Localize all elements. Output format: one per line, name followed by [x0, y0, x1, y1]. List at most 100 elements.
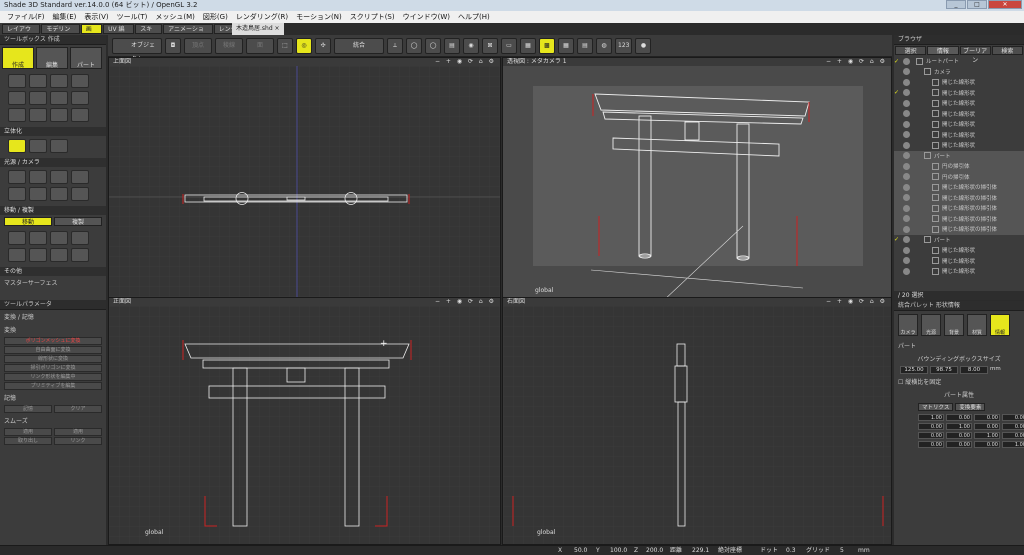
browser-item[interactable]: 開じた線形状の掃引体	[894, 203, 1024, 214]
object-mode-button[interactable]: オブジェクト	[112, 37, 162, 63]
align-icon[interactable]	[50, 248, 68, 262]
visibility-icon[interactable]	[903, 110, 910, 118]
camera-palette-button[interactable]: カメラ	[898, 314, 918, 336]
check-icon[interactable]: ✓	[894, 89, 900, 96]
browser-item[interactable]: 開じた線形状	[894, 130, 1024, 141]
cylinder-tool-icon[interactable]	[71, 91, 89, 105]
tab-uv[interactable]: UV 編集	[103, 24, 135, 43]
visibility-icon[interactable]	[903, 183, 910, 191]
viewport-front-controls[interactable]: − + ◉ ⟳ ⌂ ⚙	[435, 298, 496, 306]
distribute-icon[interactable]	[71, 248, 89, 262]
material-palette-button[interactable]: 材質	[967, 314, 987, 336]
matrix-cell[interactable]: 0.00	[946, 441, 972, 448]
check-icon[interactable]: ✓	[894, 58, 900, 65]
tab-modeling[interactable]: モデリング	[41, 24, 80, 43]
light-palette-button[interactable]: 光源	[921, 314, 941, 336]
sphere-icon[interactable]: ●	[635, 37, 652, 54]
tube-tool-icon[interactable]	[8, 108, 26, 122]
translate-icon[interactable]	[8, 231, 26, 245]
to-sweep-polygon-button[interactable]: 掃引ポリゴンに変換	[4, 364, 102, 372]
browser-item[interactable]: 開じた線形状	[894, 140, 1024, 151]
menu-edit[interactable]: 編集(E)	[49, 12, 81, 22]
matrix-cell[interactable]: 0.00	[1002, 423, 1024, 430]
menu-motion[interactable]: モーション(N)	[292, 12, 346, 22]
edit-link-button[interactable]: リンク形状を編集中	[4, 373, 102, 381]
uniform-icon[interactable]	[8, 248, 26, 262]
car-icon[interactable]: ◍	[596, 37, 612, 54]
menu-shape[interactable]: 図形(G)	[199, 12, 232, 22]
spot-light-icon[interactable]	[29, 170, 47, 184]
visibility-icon[interactable]	[903, 162, 910, 170]
menu-view[interactable]: 表示(V)	[80, 12, 112, 22]
viewport-top[interactable]: 上面図 − + ◉ ⟳ ⌂ ⚙	[108, 57, 501, 300]
browser-tab-boolean[interactable]: ブーリアン	[959, 46, 991, 64]
visibility-icon[interactable]	[903, 131, 910, 139]
viewport-perspective-controls[interactable]: − + ◉ ⟳ ⌂ ⚙	[826, 58, 887, 66]
background-palette-button[interactable]: 背景	[944, 314, 964, 336]
matrix-cell[interactable]: 0.00	[1002, 432, 1024, 439]
shear-icon[interactable]	[71, 231, 89, 245]
browser-item[interactable]: 開じた線形状の掃引体	[894, 224, 1024, 235]
circle-tool-2-icon[interactable]: ◯	[425, 37, 441, 54]
sweep-icon[interactable]	[29, 139, 47, 153]
visibility-icon[interactable]	[903, 194, 910, 202]
transform-icon[interactable]: ⊠	[482, 37, 498, 54]
menu-script[interactable]: スクリプト(S)	[346, 12, 399, 22]
browser-tab-info[interactable]: 情報	[927, 46, 959, 55]
numeric-icon[interactable]: 123	[615, 37, 633, 54]
mode-part-button[interactable]: パート	[70, 47, 102, 69]
tab-skin[interactable]: スキン	[135, 24, 163, 43]
matrix-cell[interactable]: 1.00	[974, 432, 1000, 439]
merge-button[interactable]: 統合	[334, 37, 384, 54]
light-icon[interactable]	[8, 170, 26, 184]
visibility-icon[interactable]	[903, 246, 910, 254]
master-surface-button[interactable]: マスターサーフェス	[0, 276, 106, 289]
close-button[interactable]: ✕	[988, 0, 1022, 9]
matrix-cell[interactable]: 0.00	[918, 432, 944, 439]
menu-tools[interactable]: ツール(T)	[113, 12, 152, 22]
cone-tool-icon[interactable]	[50, 91, 68, 105]
browser-item[interactable]: ✓ ルートパート	[894, 56, 1024, 67]
to-freeform-button[interactable]: 自由曲面に変換	[4, 346, 102, 354]
bbox-y[interactable]: 98.75	[930, 366, 958, 374]
curve-tool-icon[interactable]	[29, 74, 47, 88]
revolve-icon[interactable]	[50, 139, 68, 153]
visibility-icon[interactable]	[903, 204, 910, 212]
browser-item[interactable]: カメラ	[894, 67, 1024, 78]
browser-item[interactable]: 円の掃引体	[894, 161, 1024, 172]
browser-item[interactable]: 開じた線形状の掃引体	[894, 213, 1024, 224]
visibility-icon[interactable]	[903, 120, 910, 128]
torus-tool-icon[interactable]	[50, 108, 68, 122]
scale-icon[interactable]	[29, 231, 47, 245]
browser-item[interactable]: 開じた線形状の掃引体	[894, 182, 1024, 193]
document-tab[interactable]: 木造鳥居.shd ×	[232, 23, 284, 35]
edit-primitive-button[interactable]: プリミティブを編集	[4, 382, 102, 390]
browser-item[interactable]: 開じた線形状	[894, 109, 1024, 120]
visibility-icon[interactable]	[903, 257, 910, 265]
viewport-front[interactable]: 正面図 − + ◉ ⟳ ⌂ ⚙ + global	[108, 297, 501, 545]
layout-icon[interactable]: ▩	[539, 37, 555, 54]
matrix-cell[interactable]: 0.00	[974, 414, 1000, 421]
circle-tool-icon[interactable]: ◯	[406, 37, 422, 54]
tab-transform-elements[interactable]: 変換要素	[955, 403, 986, 411]
visibility-icon[interactable]	[903, 78, 910, 86]
menu-file[interactable]: ファイル(F)	[3, 12, 49, 22]
matrix-cell[interactable]: 0.00	[974, 441, 1000, 448]
grid-icon[interactable]: ▦	[520, 37, 536, 54]
vertex-button[interactable]: 頂点	[184, 37, 212, 54]
smooth-link-button[interactable]: リンク	[54, 437, 102, 445]
visibility-icon[interactable]	[903, 215, 910, 223]
extrude-icon[interactable]	[8, 139, 26, 153]
browser-item[interactable]: パート	[894, 150, 1024, 161]
axis-icon[interactable]: ⟂	[387, 37, 403, 54]
rect-tool-icon[interactable]	[50, 74, 68, 88]
panel-icon[interactable]: ▤	[577, 37, 593, 54]
move-button[interactable]: 移動	[4, 217, 52, 226]
area-light-icon[interactable]	[71, 170, 89, 184]
box-tool-icon[interactable]	[8, 91, 26, 105]
browser-item[interactable]: 開じた線形状	[894, 266, 1024, 277]
smooth-extract-button[interactable]: 取り出し	[4, 437, 52, 445]
tab-image[interactable]: 画像	[80, 24, 103, 43]
visibility-icon[interactable]	[903, 173, 910, 181]
browser-item[interactable]: 開じた線形状	[894, 245, 1024, 256]
